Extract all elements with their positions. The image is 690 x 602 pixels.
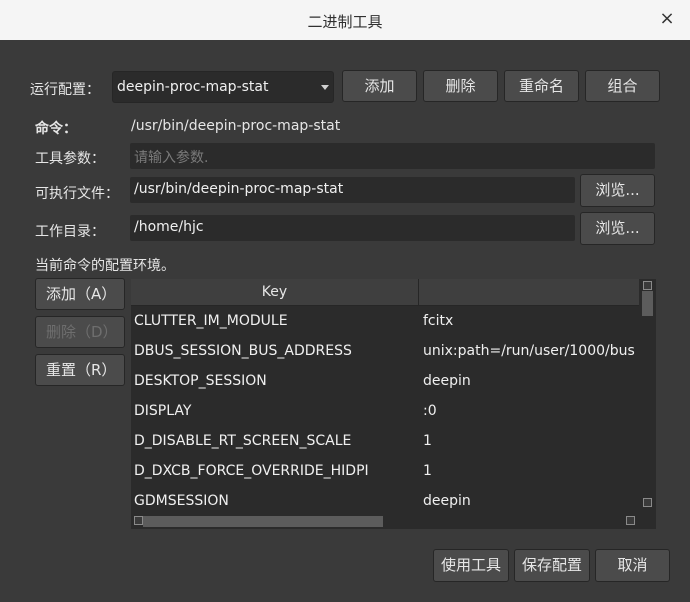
horizontal-scroll-thumb[interactable] <box>143 516 383 527</box>
command-label: 命令： <box>35 121 77 137</box>
env-table[interactable]: Key CLUTTER_IM_MODULE fcitx DBUS_SESSION… <box>131 279 656 529</box>
env-table-header: Key <box>131 279 639 306</box>
run-config-selected: deepin-proc-map-stat <box>117 79 269 95</box>
executable-label: 可执行文件： <box>35 186 119 202</box>
rename-config-button[interactable]: 重命名 <box>504 70 579 102</box>
env-key: CLUTTER_IM_MODULE <box>134 313 288 329</box>
env-value: :0 <box>423 403 437 419</box>
env-key: D_DXCB_FORCE_OVERRIDE_HIDPI <box>134 463 369 479</box>
window-title: 二进制工具 <box>307 13 383 31</box>
table-row[interactable]: D_DISABLE_RT_SCREEN_SCALE 1 <box>131 427 639 457</box>
workdir-input[interactable]: /home/hjc <box>130 215 575 241</box>
delete-config-button[interactable]: 删除 <box>423 70 498 102</box>
table-row[interactable]: DBUS_SESSION_BUS_ADDRESS unix:path=/run/… <box>131 337 639 367</box>
workdir-label: 工作目录： <box>35 224 105 240</box>
run-config-label: 运行配置： <box>30 82 100 98</box>
table-row[interactable]: DESKTOP_SESSION deepin <box>131 367 639 397</box>
env-key: DBUS_SESSION_BUS_ADDRESS <box>134 343 352 359</box>
add-config-button[interactable]: 添加 <box>342 70 417 102</box>
table-row[interactable]: DISPLAY :0 <box>131 397 639 427</box>
env-section-title: 当前命令的配置环境。 <box>35 258 175 274</box>
browse-workdir-button[interactable]: 浏览... <box>580 212 655 245</box>
scroll-down-button[interactable] <box>643 498 652 507</box>
env-add-button[interactable]: 添加（A） <box>35 278 125 310</box>
close-icon[interactable]: × <box>656 8 678 30</box>
tool-args-input[interactable]: 请输入参数. <box>130 143 655 169</box>
env-value: fcitx <box>423 313 454 329</box>
command-value: /usr/bin/deepin-proc-map-stat <box>131 118 341 134</box>
scrollbar-corner <box>639 512 656 529</box>
vertical-scroll-thumb[interactable] <box>642 291 653 316</box>
table-row[interactable]: D_DXCB_FORCE_OVERRIDE_HIDPI 1 <box>131 457 639 487</box>
env-key: GDMSESSION <box>134 493 229 509</box>
env-value: 1 <box>423 463 432 479</box>
env-value: unix:path=/run/user/1000/bus <box>423 343 635 359</box>
env-value: deepin <box>423 373 471 389</box>
save-config-button[interactable]: 保存配置 <box>514 549 590 582</box>
value-column-header[interactable] <box>419 279 639 306</box>
use-tool-button[interactable]: 使用工具 <box>433 549 509 582</box>
env-reset-button[interactable]: 重置（R） <box>35 354 125 386</box>
chevron-down-icon <box>321 85 329 90</box>
env-key: DISPLAY <box>134 403 192 419</box>
env-delete-button[interactable]: 删除（D） <box>35 316 125 348</box>
workdir-value: /home/hjc <box>134 219 204 235</box>
env-key: DESKTOP_SESSION <box>134 373 267 389</box>
horizontal-scrollbar[interactable] <box>131 512 639 529</box>
scroll-up-button[interactable] <box>643 281 652 290</box>
env-value: 1 <box>423 433 432 449</box>
run-config-select[interactable]: deepin-proc-map-stat <box>112 71 334 103</box>
scroll-left-button[interactable] <box>134 516 143 525</box>
cancel-button[interactable]: 取消 <box>595 549 670 582</box>
table-row[interactable]: CLUTTER_IM_MODULE fcitx <box>131 307 639 337</box>
scroll-right-button[interactable] <box>626 516 635 525</box>
vertical-scrollbar[interactable] <box>639 279 656 512</box>
executable-value: /usr/bin/deepin-proc-map-stat <box>134 181 344 197</box>
executable-input[interactable]: /usr/bin/deepin-proc-map-stat <box>130 177 575 203</box>
key-column-header[interactable]: Key <box>131 279 419 306</box>
tool-args-placeholder: 请输入参数. <box>134 150 209 166</box>
env-key: D_DISABLE_RT_SCREEN_SCALE <box>134 433 352 449</box>
browse-executable-button[interactable]: 浏览... <box>580 174 655 207</box>
tool-args-label: 工具参数： <box>35 151 105 167</box>
combine-config-button[interactable]: 组合 <box>585 70 660 102</box>
env-value: deepin <box>423 493 471 509</box>
dialog-content: 运行配置： deepin-proc-map-stat 添加 删除 重命名 组合 … <box>0 40 690 602</box>
title-bar: 二进制工具 × <box>0 0 690 40</box>
